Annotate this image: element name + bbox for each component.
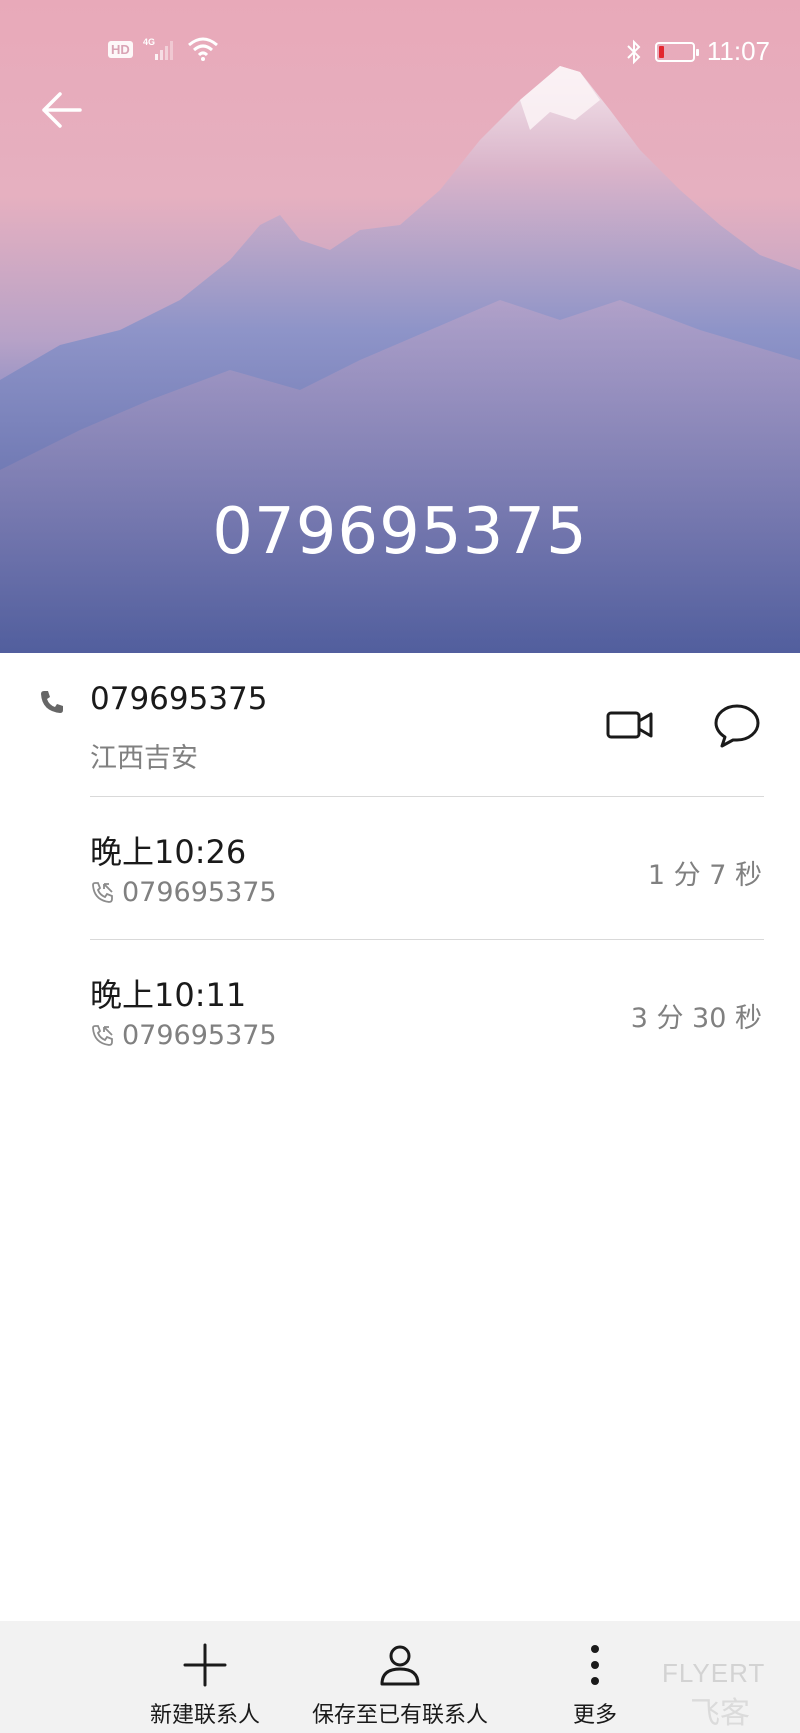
more-vertical-icon	[591, 1645, 599, 1685]
header-phone-number: 079695375	[212, 495, 588, 569]
status-time: 11:07	[706, 36, 770, 66]
more-label: 更多	[572, 1703, 617, 1728]
status-left: HD 4G	[108, 36, 219, 62]
plus-icon	[183, 1643, 227, 1687]
status-right: 11:07	[625, 36, 770, 67]
battery-icon	[654, 41, 699, 62]
new-contact-button[interactable]: 新建联系人	[140, 1621, 270, 1733]
phone-icon	[41, 691, 63, 713]
watermark-logo: FLYERT	[662, 1658, 766, 1688]
person-icon	[380, 1645, 420, 1686]
call-duration: 1 分 7 秒	[647, 860, 762, 891]
back-arrow-icon[interactable]	[36, 84, 88, 136]
status-bar: HD 4G 11:07	[0, 30, 800, 70]
incoming-call-icon	[92, 1024, 113, 1046]
call-time: 晚上10:26	[90, 833, 247, 871]
bluetooth-icon	[627, 39, 641, 64]
call-number: 079695375	[122, 1020, 277, 1051]
call-duration: 3 分 30 秒	[630, 1003, 762, 1034]
incoming-call-icon	[92, 881, 113, 903]
save-to-existing-label: 保存至已有联系人	[311, 1703, 488, 1728]
more-button[interactable]: 更多	[555, 1621, 635, 1733]
wifi-icon	[187, 37, 218, 61]
number-location: 江西吉安	[90, 743, 198, 774]
call-number-line: 079695375	[90, 1020, 277, 1051]
call-record-row[interactable]: 晚上10:26 079695375 1 分 7 秒	[0, 797, 800, 939]
cellular-signal-icon: 4G	[143, 37, 173, 60]
message-icon[interactable]	[712, 700, 762, 750]
battery-level	[658, 45, 664, 58]
call-time: 晚上10:11	[90, 976, 247, 1014]
new-contact-label: 新建联系人	[149, 1703, 260, 1728]
call-number-line: 079695375	[90, 877, 277, 908]
video-call-icon[interactable]	[605, 700, 655, 750]
svg-text:4G: 4G	[143, 37, 155, 47]
watermark-logo-cn: 飞客	[690, 1696, 750, 1731]
contact-number[interactable]: 079695375	[90, 681, 268, 717]
header-banner: HD 4G 11:07 079695375	[0, 0, 800, 653]
call-number: 079695375	[122, 877, 277, 908]
save-to-existing-contact-button[interactable]: 保存至已有联系人	[300, 1621, 500, 1733]
call-record-row[interactable]: 晚上10:11 079695375 3 分 30 秒	[0, 940, 800, 1082]
hd-badge: HD	[108, 40, 133, 58]
